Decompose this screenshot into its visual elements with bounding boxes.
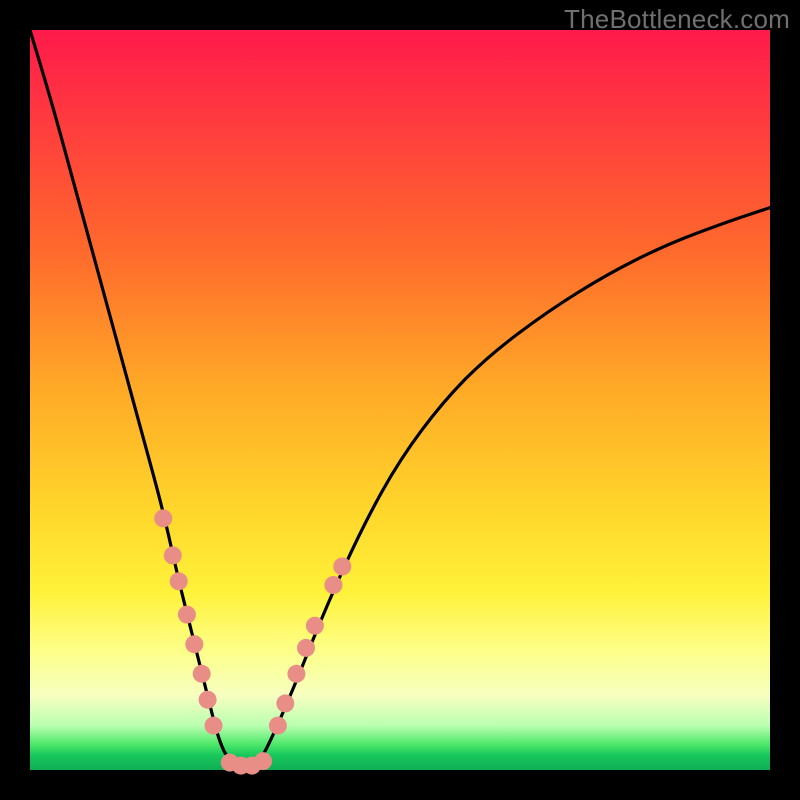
marker-point — [205, 717, 223, 735]
marker-point — [199, 691, 217, 709]
plot-area — [30, 30, 770, 770]
marker-point — [193, 665, 211, 683]
marker-point — [154, 509, 172, 527]
marker-point — [170, 572, 188, 590]
marker-point — [306, 617, 324, 635]
marker-point — [269, 717, 287, 735]
marker-point — [178, 606, 196, 624]
marker-point — [254, 752, 272, 770]
marker-point — [276, 694, 294, 712]
marker-point — [324, 576, 342, 594]
bottleneck-curve — [30, 30, 770, 770]
marker-point — [333, 558, 351, 576]
marker-point — [297, 639, 315, 657]
chart-stage: TheBottleneck.com — [0, 0, 800, 800]
marker-point — [185, 635, 203, 653]
marker-point — [287, 665, 305, 683]
marker-point — [164, 546, 182, 564]
